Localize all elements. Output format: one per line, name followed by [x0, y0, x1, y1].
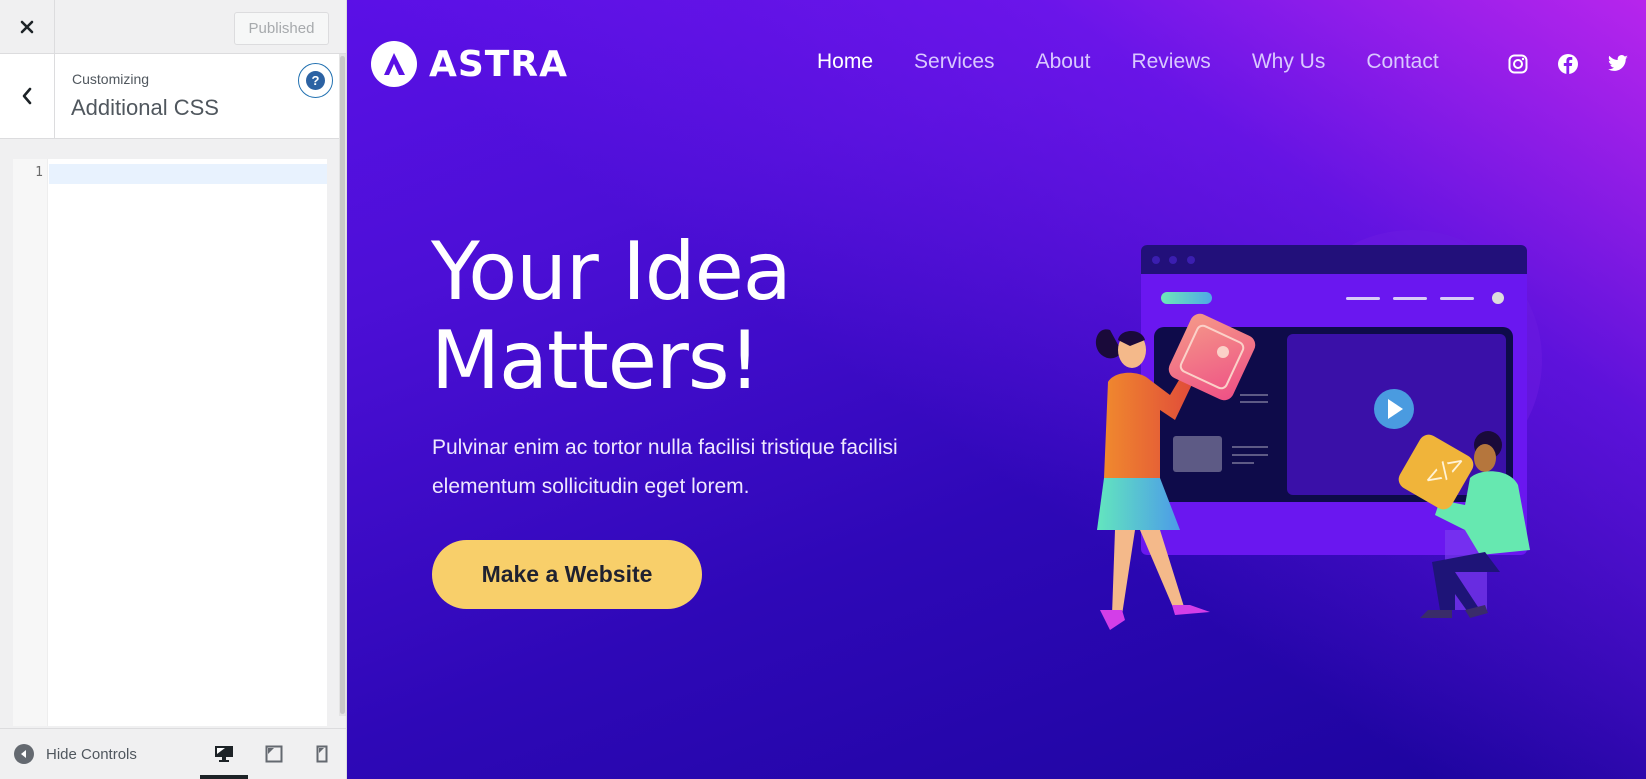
tablet-icon — [265, 745, 283, 763]
customizer-header: Published — [0, 0, 346, 54]
back-button[interactable] — [0, 54, 55, 138]
main-navigation: Home Services About Reviews Why Us Conta… — [817, 50, 1480, 74]
twitter-icon[interactable] — [1607, 53, 1629, 75]
brand-name: ASTRA — [429, 43, 568, 85]
nav-services[interactable]: Services — [914, 50, 995, 74]
hide-controls-label: Hide Controls — [46, 745, 137, 763]
site-logo[interactable]: ASTRA — [371, 41, 568, 87]
hide-controls-button[interactable]: Hide Controls — [14, 729, 137, 779]
hero-title-line-1: Your Idea — [431, 225, 792, 318]
close-customizer-button[interactable] — [0, 0, 55, 54]
mobile-icon — [316, 745, 328, 763]
site-preview: ASTRA Home Services About Reviews Why Us… — [347, 0, 1646, 779]
chevron-left-icon — [22, 87, 32, 105]
instagram-icon[interactable] — [1507, 53, 1529, 75]
help-button[interactable]: ? — [298, 63, 333, 98]
nav-contact[interactable]: Contact — [1366, 50, 1438, 74]
publish-button[interactable]: Published — [234, 12, 329, 45]
hero-description: Pulvinar enim ac tortor nulla facilisi t… — [432, 436, 898, 498]
section-title: Additional CSS — [71, 95, 219, 120]
css-code-editor[interactable]: 1 — [13, 159, 327, 726]
breadcrumb: Customizing — [72, 71, 150, 87]
hero-illustration: </> — [1095, 230, 1542, 630]
desktop-icon — [215, 746, 233, 762]
astra-logo-icon — [371, 41, 417, 87]
nav-reviews[interactable]: Reviews — [1131, 50, 1210, 74]
preview-desktop-button[interactable] — [200, 729, 248, 779]
site-header: ASTRA Home Services About Reviews Why Us… — [347, 0, 1646, 130]
nav-home[interactable]: Home — [817, 50, 873, 74]
close-icon — [20, 20, 34, 34]
active-line-highlight[interactable] — [49, 164, 327, 184]
sidebar-scrollbar[interactable] — [339, 54, 346, 716]
hero-title-line-2: Matters! — [431, 314, 761, 407]
scrollbar-thumb[interactable] — [340, 56, 345, 714]
preview-tablet-button[interactable] — [250, 729, 298, 779]
nav-about[interactable]: About — [1036, 50, 1091, 74]
line-number: 1 — [35, 165, 43, 180]
hero-title: Your Idea Matters! — [431, 225, 792, 407]
line-number-gutter: 1 — [13, 159, 48, 726]
make-website-button[interactable]: Make a Website — [432, 540, 702, 609]
nav-why-us[interactable]: Why Us — [1252, 50, 1326, 74]
preview-mobile-button[interactable] — [298, 729, 346, 779]
section-header: Customizing Additional CSS ? — [0, 54, 340, 139]
facebook-icon[interactable] — [1557, 53, 1579, 75]
collapse-icon — [14, 744, 34, 764]
customizer-sidebar: Published Customizing Additional CSS ? 1… — [0, 0, 347, 779]
help-icon: ? — [306, 71, 325, 90]
customizer-footer: Hide Controls — [0, 728, 346, 779]
social-links — [1507, 53, 1629, 75]
